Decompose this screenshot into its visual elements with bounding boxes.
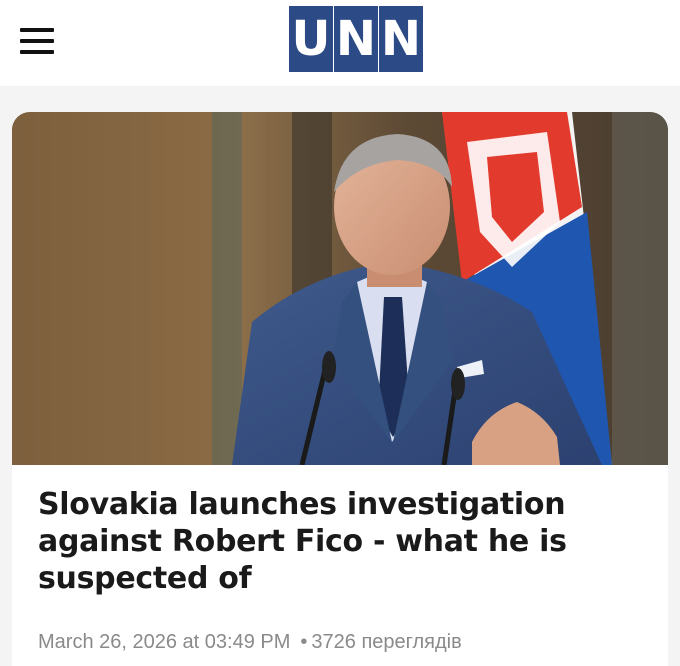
article-photo[interactable] bbox=[12, 112, 668, 465]
menu-icon-bar bbox=[20, 50, 54, 54]
meta-separator: • bbox=[300, 631, 308, 653]
article-meta: March 26, 2026 at 03:49 PM • 3726 перегляд… bbox=[38, 631, 462, 654]
article-date: March 26, 2026 at 03:49 PM bbox=[38, 631, 291, 653]
article-headline[interactable]: Slovakia launches investigation against … bbox=[38, 486, 648, 597]
menu-icon-bar bbox=[20, 28, 54, 32]
site-header: U N N bbox=[0, 0, 680, 86]
article-card[interactable]: Slovakia launches investigation against … bbox=[12, 112, 668, 666]
photo-illustration bbox=[12, 112, 668, 465]
logo-letter: N bbox=[379, 6, 423, 72]
unn-logo[interactable]: U N N bbox=[289, 6, 423, 72]
menu-icon-bar bbox=[20, 39, 54, 43]
logo-letter: U bbox=[289, 6, 333, 72]
menu-icon[interactable] bbox=[20, 26, 54, 58]
article-views: 3726 переглядів bbox=[311, 631, 462, 653]
logo-letter: N bbox=[334, 6, 378, 72]
